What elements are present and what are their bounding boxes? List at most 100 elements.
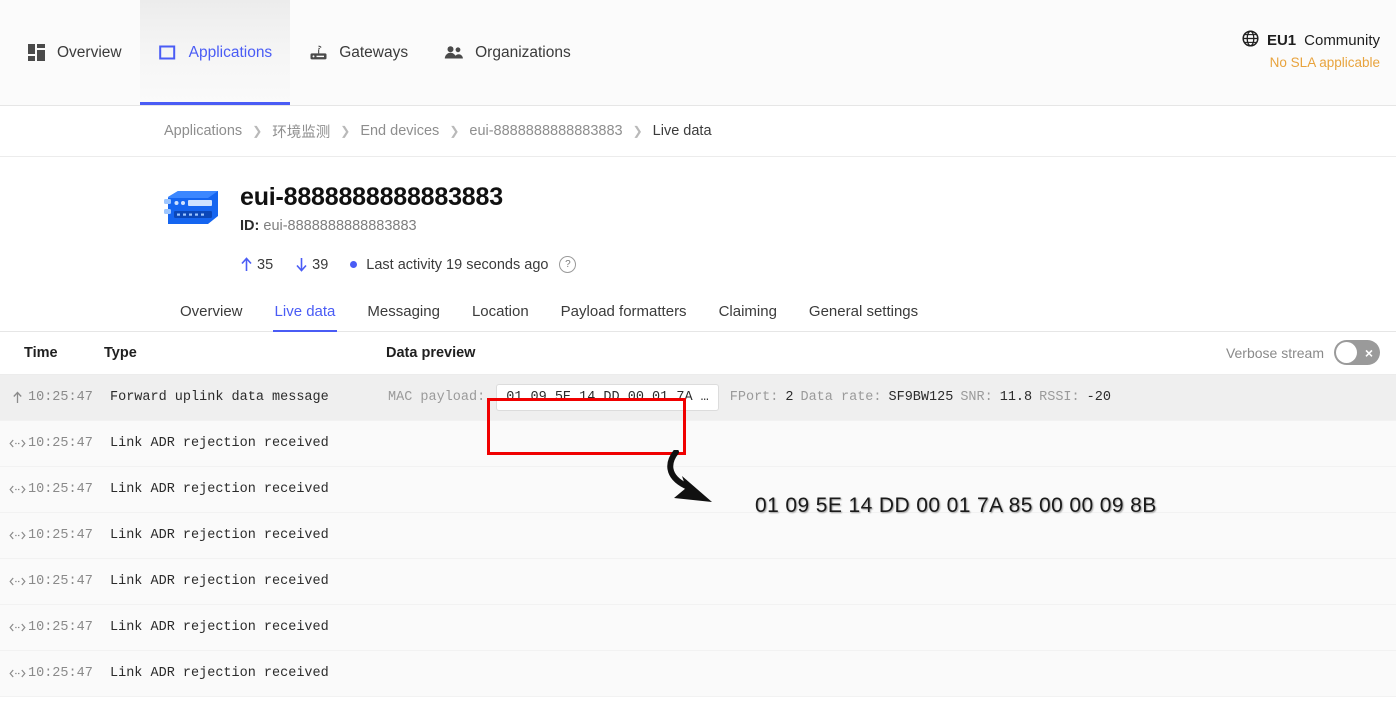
nav-item-organizations[interactable]: Organizations bbox=[426, 0, 589, 105]
breadcrumb-item-applications[interactable]: Applications bbox=[164, 123, 242, 139]
device-stats: 35 39 Last activity 19 seconds ago ? bbox=[240, 256, 590, 273]
breadcrumb-item-application-name[interactable]: 环境监测 bbox=[272, 121, 330, 142]
sla-notice: No SLA applicable bbox=[1269, 55, 1380, 70]
chevron-right-icon: ❯ bbox=[632, 124, 643, 138]
cluster-plan-label: Community bbox=[1304, 32, 1380, 49]
breadcrumb: Applications ❯ 环境监测 ❯ End devices ❯ eui-… bbox=[0, 106, 1396, 157]
table-row[interactable]: 10:25:47 Link ADR rejection received bbox=[0, 421, 1396, 467]
nav-item-applications[interactable]: Applications bbox=[139, 0, 291, 105]
device-header: eui-8888888888883883 ID: eui-88888888888… bbox=[0, 157, 1396, 273]
arrow-left-right-icon bbox=[6, 438, 28, 449]
nav-item-gateways-label: Gateways bbox=[339, 43, 409, 61]
page-title: eui-8888888888883883 bbox=[240, 183, 503, 211]
fport-label: FPort: bbox=[729, 390, 779, 405]
uplink-count-value: 35 bbox=[257, 256, 274, 273]
tab-general-settings[interactable]: General settings bbox=[793, 293, 934, 331]
last-activity: Last activity 19 seconds ago ? bbox=[350, 256, 577, 273]
row-time: 10:25:47 bbox=[28, 390, 93, 405]
tab-claiming[interactable]: Claiming bbox=[703, 293, 793, 331]
question-circle-icon[interactable]: ? bbox=[559, 256, 577, 273]
nav-item-overview[interactable]: Overview bbox=[8, 0, 140, 105]
status-dot-icon bbox=[350, 261, 358, 268]
downlink-count: 39 bbox=[295, 257, 328, 273]
rssi-value: -20 bbox=[1086, 390, 1111, 405]
device-header-text: eui-8888888888883883 ID: eui-88888888888… bbox=[240, 183, 590, 273]
row-type: Link ADR rejection received bbox=[110, 436, 329, 451]
table-row[interactable]: 10:25:47 Link ADR rejection received bbox=[0, 513, 1396, 559]
row-type: Link ADR rejection received bbox=[110, 574, 329, 589]
table-row[interactable]: 10:25:47 Link ADR rejection received bbox=[0, 559, 1396, 605]
device-tabs: Overview Live data Messaging Location Pa… bbox=[0, 293, 1396, 332]
globe-icon bbox=[1242, 30, 1259, 51]
row-type: Link ADR rejection received bbox=[110, 666, 329, 681]
table-row[interactable]: 10:25:47 Forward uplink data message MAC… bbox=[0, 375, 1396, 421]
device-id-line: ID: eui-8888888888883883 bbox=[240, 218, 590, 234]
arrow-left-right-icon bbox=[6, 622, 28, 633]
live-data-table-header: Time Type Data preview Verbose stream × bbox=[0, 332, 1396, 375]
chevron-right-icon: ❯ bbox=[449, 124, 460, 138]
column-header-time: Time bbox=[24, 345, 58, 361]
grid-icon bbox=[26, 43, 46, 63]
tab-messaging[interactable]: Messaging bbox=[351, 293, 456, 331]
breadcrumb-item-device-id[interactable]: eui-8888888888883883 bbox=[469, 123, 622, 139]
cluster-name-row: EU1 Community bbox=[1242, 30, 1380, 51]
cluster-info[interactable]: EU1 Community No SLA applicable bbox=[1242, 30, 1380, 70]
column-header-type: Type bbox=[104, 345, 137, 361]
row-type: Link ADR rejection received bbox=[110, 482, 329, 497]
device-module-icon bbox=[164, 183, 222, 236]
table-row[interactable]: 10:25:47 Link ADR rejection received bbox=[0, 467, 1396, 513]
nav-item-applications-label: Applications bbox=[188, 43, 273, 61]
row-time: 10:25:47 bbox=[28, 528, 93, 543]
verbose-stream-control: Verbose stream × bbox=[1226, 340, 1380, 365]
mac-payload-value[interactable]: 01 09 5E 14 DD 00 01 7A … bbox=[496, 384, 719, 411]
row-data-preview: MAC payload: 01 09 5E 14 DD 00 01 7A … F… bbox=[388, 384, 1380, 411]
nav-item-gateways[interactable]: Gateways bbox=[290, 0, 426, 105]
last-activity-text: Last activity 19 seconds ago bbox=[366, 256, 549, 273]
people-icon bbox=[444, 43, 464, 63]
device-id-label: ID: bbox=[240, 218, 260, 234]
uplink-count: 35 bbox=[240, 257, 273, 273]
nav-item-overview-label: Overview bbox=[57, 43, 122, 61]
top-navigation-bar: Overview Applications Gateways Organizat… bbox=[0, 0, 1396, 106]
chevron-right-icon: ❯ bbox=[252, 124, 263, 138]
row-time: 10:25:47 bbox=[28, 436, 93, 451]
data-rate-label: Data rate: bbox=[800, 390, 882, 405]
row-type: Link ADR rejection received bbox=[110, 528, 329, 543]
device-id-value: eui-8888888888883883 bbox=[263, 218, 417, 234]
verbose-stream-toggle[interactable]: × bbox=[1334, 340, 1380, 365]
arrow-left-right-icon bbox=[6, 576, 28, 587]
tab-overview[interactable]: Overview bbox=[164, 293, 259, 331]
chevron-right-icon: ❯ bbox=[340, 124, 351, 138]
router-icon bbox=[308, 43, 328, 63]
fport-value: 2 bbox=[785, 390, 794, 405]
arrow-down-icon bbox=[295, 257, 308, 272]
row-type: Forward uplink data message bbox=[110, 390, 329, 405]
table-row[interactable]: 10:25:47 Link ADR rejection received bbox=[0, 651, 1396, 697]
primary-nav-items: Overview Applications Gateways Organizat… bbox=[0, 0, 589, 105]
live-data-table-body: 10:25:47 Forward uplink data message MAC… bbox=[0, 375, 1396, 697]
tab-payload-formatters[interactable]: Payload formatters bbox=[545, 293, 703, 331]
row-time: 10:25:47 bbox=[28, 620, 93, 635]
row-time: 10:25:47 bbox=[28, 482, 93, 497]
nav-item-organizations-label: Organizations bbox=[475, 43, 571, 61]
arrow-up-icon bbox=[6, 391, 28, 404]
mac-payload-label: MAC payload: bbox=[388, 390, 486, 405]
square-icon bbox=[158, 43, 178, 63]
arrow-left-right-icon bbox=[6, 668, 28, 679]
row-time: 10:25:47 bbox=[28, 666, 93, 681]
arrow-up-icon bbox=[240, 257, 253, 272]
rssi-label: RSSI: bbox=[1039, 390, 1080, 405]
cluster-region-label: EU1 bbox=[1266, 32, 1297, 49]
breadcrumb-item-end-devices[interactable]: End devices bbox=[360, 123, 439, 139]
row-type: Link ADR rejection received bbox=[110, 620, 329, 635]
data-rate-value: SF9BW125 bbox=[888, 390, 954, 405]
row-time: 10:25:47 bbox=[28, 574, 93, 589]
snr-value: 11.8 bbox=[999, 390, 1033, 405]
tab-location[interactable]: Location bbox=[456, 293, 545, 331]
downlink-count-value: 39 bbox=[312, 256, 329, 273]
arrow-left-right-icon bbox=[6, 530, 28, 541]
table-row[interactable]: 10:25:47 Link ADR rejection received bbox=[0, 605, 1396, 651]
verbose-stream-label: Verbose stream bbox=[1225, 344, 1324, 361]
tab-live-data[interactable]: Live data bbox=[259, 293, 352, 332]
arrow-left-right-icon bbox=[6, 484, 28, 495]
